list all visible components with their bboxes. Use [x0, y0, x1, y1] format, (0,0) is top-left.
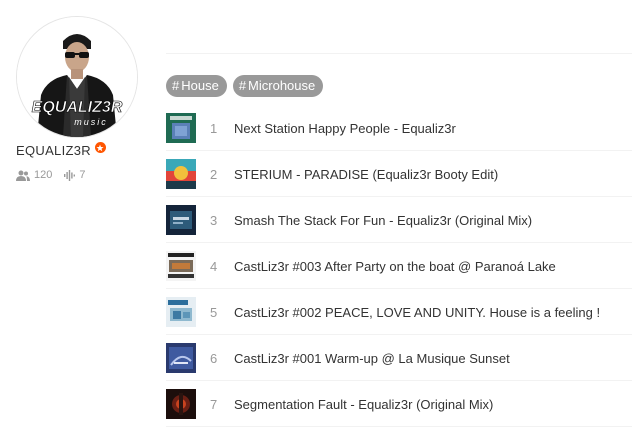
track-number: 7: [210, 397, 218, 412]
followers-icon: [16, 170, 30, 181]
track-row[interactable]: 1 Next Station Happy People - Equaliz3r: [166, 105, 632, 151]
tag-house[interactable]: # House: [166, 75, 227, 97]
tag-label: House: [181, 78, 219, 93]
tag-label: Microhouse: [248, 78, 316, 93]
track-number: 2: [210, 167, 218, 182]
logo-text: EQUALIZ3R: [32, 99, 123, 116]
track-number: 4: [210, 259, 218, 274]
track-row[interactable]: 6 CastLiz3r #001 Warm-up @ La Musique Su…: [166, 335, 632, 381]
username[interactable]: EQUALIZ3R: [16, 142, 106, 158]
track-title[interactable]: Smash The Stack For Fun - Equaliz3r (Ori…: [234, 213, 532, 228]
tracks-count: 7: [79, 169, 86, 181]
track-title[interactable]: CastLiz3r #001 Warm-up @ La Musique Suns…: [234, 351, 510, 366]
track-title[interactable]: Segmentation Fault - Equaliz3r (Original…: [234, 397, 493, 412]
avatar[interactable]: EQUALIZ3R music: [16, 16, 138, 138]
avatar-image: EQUALIZ3R music: [17, 17, 137, 137]
track-row[interactable]: 2 STERIUM - PARADISE (Equaliz3r Booty Ed…: [166, 151, 632, 197]
track-title[interactable]: CastLiz3r #003 After Party on the boat @…: [234, 259, 556, 274]
user-stats: 120 7: [16, 169, 97, 181]
track-row[interactable]: 4 CastLiz3r #003 After Party on the boat…: [166, 243, 632, 289]
followers-stat[interactable]: 120: [16, 169, 52, 181]
track-artwork[interactable]: [166, 389, 196, 419]
user-sidebar: EQUALIZ3R music EQUALIZ3R 120 7: [0, 0, 150, 433]
track-row[interactable]: 5 CastLiz3r #002 PEACE, LOVE AND UNITY. …: [166, 289, 632, 335]
track-number: 1: [210, 121, 218, 136]
track-title[interactable]: CastLiz3r #002 PEACE, LOVE AND UNITY. Ho…: [234, 305, 600, 320]
track-title[interactable]: Next Station Happy People - Equaliz3r: [234, 121, 456, 136]
track-number: 6: [210, 351, 218, 366]
track-number: 3: [210, 213, 218, 228]
track-artwork[interactable]: [166, 343, 196, 373]
track-artwork[interactable]: [166, 251, 196, 281]
top-divider: [166, 53, 632, 54]
track-artwork[interactable]: [166, 159, 196, 189]
track-row[interactable]: 3 Smash The Stack For Fun - Equaliz3r (O…: [166, 197, 632, 243]
tracks-stat[interactable]: 7: [64, 169, 85, 181]
followers-count: 120: [34, 169, 53, 181]
tag-list: # House # Microhouse: [166, 75, 329, 97]
track-artwork[interactable]: [166, 297, 196, 327]
username-text[interactable]: EQUALIZ3R: [16, 143, 91, 158]
track-number: 5: [210, 305, 218, 320]
pro-star-icon: [94, 142, 106, 153]
logo-subtext: music: [74, 117, 108, 127]
track-title[interactable]: STERIUM - PARADISE (Equaliz3r Booty Edit…: [234, 167, 498, 182]
track-list: 1 Next Station Happy People - Equaliz3r …: [166, 105, 632, 427]
tag-microhouse[interactable]: # Microhouse: [232, 75, 324, 97]
track-row[interactable]: 7 Segmentation Fault - Equaliz3r (Origin…: [166, 381, 632, 427]
track-artwork[interactable]: [166, 205, 196, 235]
waveform-icon: [64, 169, 76, 181]
track-artwork[interactable]: [166, 113, 196, 143]
